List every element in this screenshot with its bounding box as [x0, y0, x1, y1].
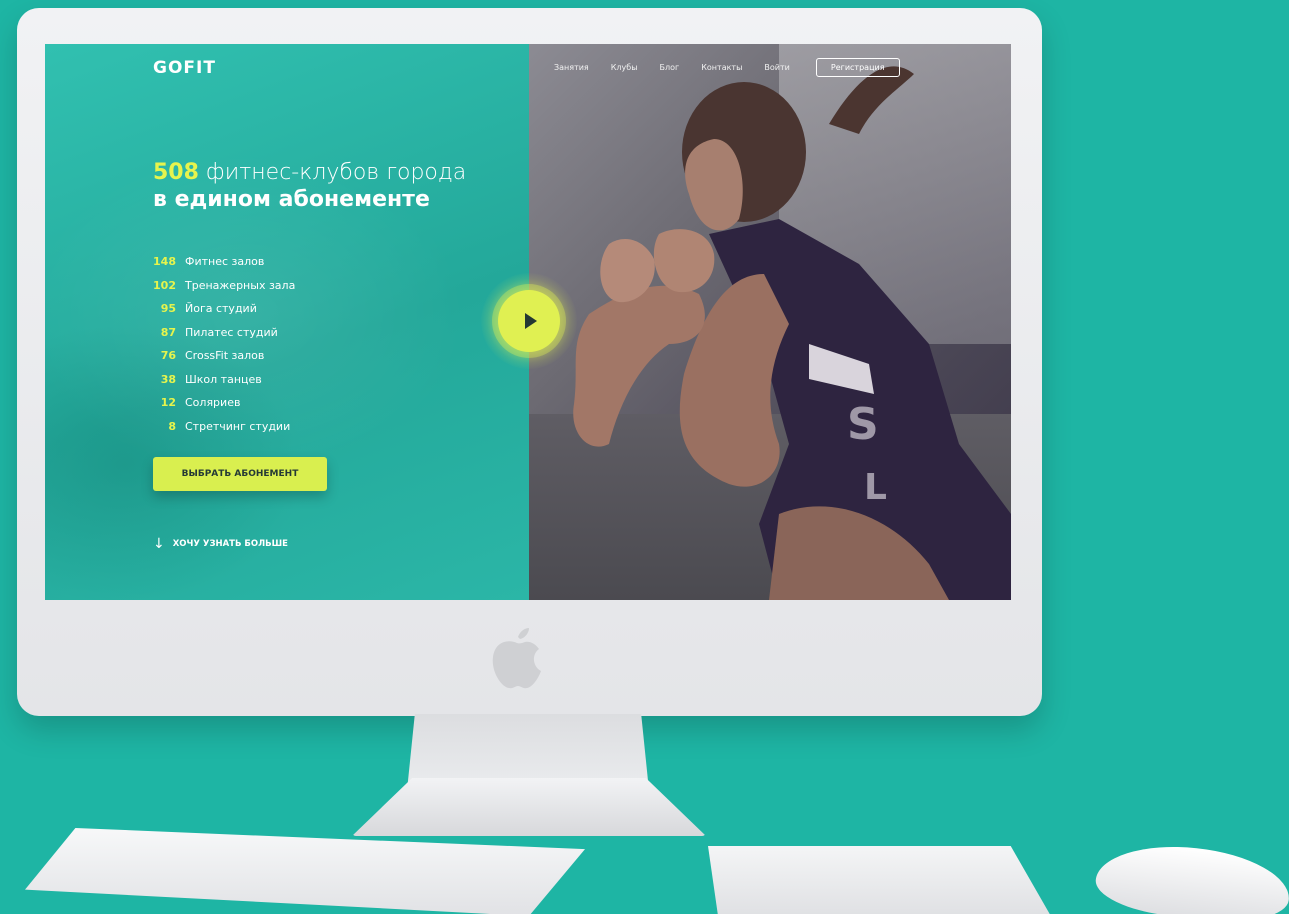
athlete-photo: S L [573, 66, 1011, 600]
list-item: 148 Фитнес залов [153, 250, 295, 274]
trackpad [708, 846, 1052, 914]
list-item: 87 Пилатес студий [153, 321, 295, 345]
nav-item-classes[interactable]: Занятия [554, 63, 589, 72]
gofit-logo[interactable]: GOFIT [153, 58, 216, 78]
list-item: 95 Йога студий [153, 297, 295, 321]
choose-subscription-button[interactable]: ВЫБРАТЬ АБОНЕМЕНТ [153, 457, 327, 491]
nav-item-contacts[interactable]: Контакты [701, 63, 742, 72]
keyboard [25, 828, 585, 914]
stat-count: 102 [153, 278, 176, 292]
website-screen: S L GOFIT Занятия Клубы Блог Контакты Во… [45, 44, 1011, 600]
mouse [1092, 838, 1289, 914]
stat-count: 38 [160, 372, 176, 386]
stat-count: 12 [160, 396, 176, 410]
nav-item-clubs[interactable]: Клубы [611, 63, 638, 72]
play-video-button[interactable] [498, 290, 560, 352]
main-nav: Занятия Клубы Блог Контакты Войти Регист… [554, 56, 900, 78]
club-stats-list: 148 Фитнес залов 102 Тренажерных зала 95 Йо… [153, 250, 295, 438]
stat-label: Тренажерных зала [185, 278, 296, 292]
learn-more-link[interactable]: ↓ ХОЧУ УЗНАТЬ БОЛЬШЕ [153, 536, 288, 552]
stat-count: 8 [168, 419, 176, 433]
stat-label: CrossFit залов [185, 349, 265, 363]
svg-text:L: L [864, 467, 887, 508]
headline-line1: фитнес-клубов города [198, 160, 467, 185]
hero-photo-panel: S L [529, 44, 1011, 600]
svg-text:S: S [847, 399, 879, 450]
stat-label: Йога студий [185, 302, 257, 316]
stat-label: Соляриев [185, 396, 241, 410]
headline-line2: в едином абонементе [153, 187, 430, 212]
list-item: 12 Соляриев [153, 391, 295, 415]
learn-more-label: ХОЧУ УЗНАТЬ БОЛЬШЕ [172, 539, 288, 549]
nav-item-login[interactable]: Войти [764, 63, 789, 72]
stat-count: 87 [160, 325, 176, 339]
imac-stand-base [352, 778, 706, 836]
stat-count: 95 [160, 302, 176, 316]
play-icon [525, 313, 537, 329]
list-item: 76 CrossFit залов [153, 344, 295, 368]
hero-headline: 508 фитнес-клубов города в едином абонем… [153, 160, 466, 212]
stat-count: 76 [160, 349, 176, 363]
list-item: 8 Стретчинг студии [153, 415, 295, 439]
register-button[interactable]: Регистрация [815, 57, 900, 77]
apple-icon [492, 628, 541, 689]
clubs-total-count: 508 [153, 160, 199, 185]
list-item: 102 Тренажерных зала [153, 274, 295, 298]
stat-label: Школ танцев [185, 372, 262, 386]
stat-label: Стретчинг студии [185, 419, 291, 433]
stat-label: Пилатес студий [185, 325, 278, 339]
arrow-down-icon: ↓ [153, 536, 165, 552]
nav-item-blog[interactable]: Блог [660, 63, 680, 72]
stat-label: Фитнес залов [185, 255, 265, 269]
list-item: 38 Школ танцев [153, 368, 295, 392]
stat-count: 148 [153, 255, 176, 269]
